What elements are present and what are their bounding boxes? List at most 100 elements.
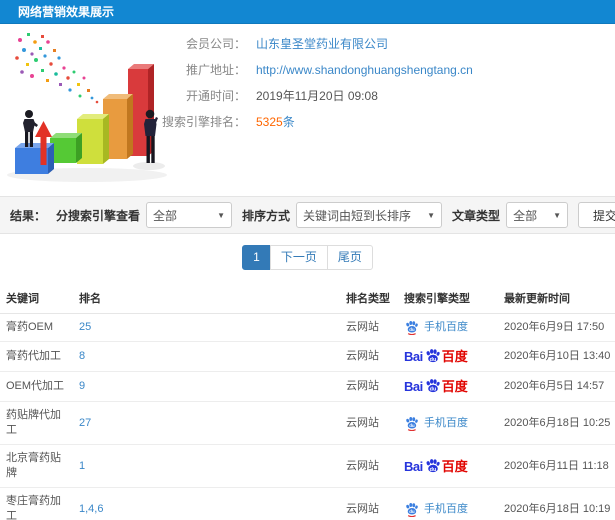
keyword-cell: 北京膏药贴牌: [0, 444, 75, 488]
promo-url-link[interactable]: http://www.shandonghuangshengtang.cn: [256, 62, 473, 79]
engine-filter-select[interactable]: 全部 ▼: [146, 202, 233, 228]
baidu-logo-link[interactable]: Bai du 百度: [404, 378, 468, 395]
member-info-panel: 会员公司： 山东皇圣堂药业有限公司 推广地址： http://www.shand…: [138, 36, 473, 140]
keyword-cell: 药贴牌代加工: [0, 401, 75, 445]
info-row-url: 推广地址： http://www.shandonghuangshengtang.…: [138, 62, 473, 79]
baidu-paw-icon: du: [406, 502, 418, 517]
engine-cell: du Baidu百度 Bai du 百度: [400, 341, 500, 372]
col-rank: 排名: [75, 282, 342, 314]
rank-type-cell: 云网站: [342, 341, 400, 372]
page-last[interactable]: 尾页: [326, 245, 373, 270]
baidu-logo-link[interactable]: Bai du 百度: [404, 348, 468, 365]
engine-label: 手机百度: [424, 502, 468, 515]
mobile-baidu-link[interactable]: du 手机百度: [404, 502, 468, 517]
updated-cell: 2020年6月5日 14:57: [500, 371, 615, 402]
engine-filter-label: 分搜索引擎查看: [56, 208, 141, 223]
svg-text:du: du: [409, 423, 415, 428]
col-keyword: 关键词: [0, 282, 75, 314]
svg-text:du: du: [429, 466, 436, 472]
rank-type-cell: 云网站: [342, 487, 400, 520]
rank-count-label: 搜索引擎排名：: [161, 115, 246, 129]
engine-label: 手机百度: [424, 416, 468, 429]
table-row: 膏药OEM 25 云网站 du 手机百度 2020年6月9日 17:50: [0, 313, 615, 342]
baidu-paw-icon: du: [426, 458, 440, 472]
sort-filter-select[interactable]: 关键词由短到长排序 ▼: [296, 202, 443, 228]
rank-link[interactable]: 27: [79, 417, 91, 429]
submit-button[interactable]: 提交: [578, 202, 615, 228]
keyword-cell: OEM代加工: [0, 371, 75, 402]
keyword-cell: 膏药OEM: [0, 313, 75, 342]
page-next[interactable]: 下一页: [269, 245, 328, 270]
mobile-baidu-link[interactable]: du 手机百度: [404, 320, 468, 335]
keyword-cell: 膏药代加工: [0, 341, 75, 372]
results-table: 关键词 排名 排名类型 搜索引擎类型 最新更新时间 膏药OEM 25 云网站 d…: [0, 282, 615, 520]
engine-cell: du 手机百度 Bai du 百度: [400, 487, 500, 520]
rank-link[interactable]: 8: [79, 350, 85, 362]
hero-section: 会员公司： 山东皇圣堂药业有限公司 推广地址： http://www.shand…: [0, 24, 615, 190]
col-updated: 最新更新时间: [500, 282, 615, 314]
table-row: 枣庄膏药加工 1,4,6 云网站 du 手机百度 2020年6月18日 10:1…: [0, 487, 615, 520]
col-engine-type: 搜索引擎类型: [400, 282, 500, 314]
open-time-value: 2019年11月20日 09:08: [256, 89, 378, 103]
page-current[interactable]: 1: [242, 245, 271, 270]
baidu-logo-cn: 百度: [441, 379, 468, 394]
baidu-logo-bai: Bai: [404, 379, 423, 394]
info-row-open-time: 开通时间： 2019年11月20日 09:08: [138, 88, 473, 105]
confetti-dots: [15, 33, 99, 104]
result-label: 结果：: [10, 208, 47, 223]
rank-cell: 9: [75, 371, 342, 402]
rank-link[interactable]: 1,4,6: [79, 503, 103, 515]
updated-cell: 2020年6月18日 10:19: [500, 487, 615, 520]
table-row: 膏药代加工 8 云网站 du Baidu百度: [0, 341, 615, 372]
baidu-paw-icon: du: [426, 379, 440, 393]
chevron-down-icon: ▼: [553, 210, 562, 220]
rank-link[interactable]: 25: [79, 321, 91, 333]
rank-count-number: 5325: [256, 115, 283, 129]
bar-green: [50, 133, 82, 163]
engine-cell: du 手机百度 Bai du 百度: [400, 401, 500, 445]
pagination: 1 下一页 尾页: [0, 245, 615, 270]
company-link[interactable]: 山东皇圣堂药业有限公司: [256, 36, 388, 53]
table-row: 北京膏药贴牌 1 云网站 du Baidu百度: [0, 444, 615, 488]
rank-cell: 1,4,6: [75, 487, 342, 520]
updated-cell: 2020年6月11日 11:18: [500, 444, 615, 488]
table-row: OEM代加工 9 云网站 du Baidu百度: [0, 371, 615, 402]
svg-text:du: du: [409, 509, 415, 514]
updated-cell: 2020年6月18日 10:25: [500, 401, 615, 445]
baidu-logo-bai: Bai: [404, 349, 423, 364]
col-rank-type: 排名类型: [342, 282, 400, 314]
baidu-paw-icon: du: [406, 320, 418, 335]
baidu-paw-icon: du: [406, 416, 418, 431]
rank-cell: 1: [75, 444, 342, 488]
sort-filter-label: 排序方式: [242, 208, 291, 223]
bar-blue: [15, 143, 54, 174]
info-row-company: 会员公司： 山东皇圣堂药业有限公司: [138, 36, 473, 53]
company-label: 会员公司：: [185, 37, 246, 51]
engine-cell: du 手机百度 Bai du 百度: [400, 313, 500, 342]
rank-type-cell: 云网站: [342, 313, 400, 342]
mobile-baidu-link[interactable]: du 手机百度: [404, 416, 468, 431]
engine-cell: du Baidu百度 Bai du 百度: [400, 444, 500, 488]
keyword-cell: 枣庄膏药加工: [0, 487, 75, 520]
article-type-select[interactable]: 全部 ▼: [506, 202, 569, 228]
engine-cell: du Baidu百度 Bai du 百度: [400, 371, 500, 402]
chevron-down-icon: ▼: [217, 210, 226, 220]
rank-count-value: 5325条: [256, 114, 295, 131]
svg-text:du: du: [429, 387, 436, 393]
app-header: 网络营销效果展示: [0, 0, 615, 24]
svg-text:du: du: [409, 327, 415, 332]
rank-link[interactable]: 1: [79, 460, 85, 472]
info-row-rank-count: 搜索引擎排名： 5325条: [138, 114, 473, 131]
rank-count-suffix[interactable]: 条: [283, 115, 295, 129]
updated-cell: 2020年6月9日 17:50: [500, 313, 615, 342]
baidu-logo-cn: 百度: [441, 458, 468, 474]
rank-cell: 25: [75, 313, 342, 342]
rank-cell: 8: [75, 341, 342, 372]
baidu-paw-icon: du: [426, 349, 440, 363]
baidu-logo-link[interactable]: Bai du 百度: [404, 458, 468, 475]
rank-type-cell: 云网站: [342, 401, 400, 445]
article-type-label: 文章类型: [452, 208, 501, 223]
rank-link[interactable]: 9: [79, 380, 85, 392]
page-title: 网络营销效果展示: [18, 5, 115, 19]
rank-type-cell: 云网站: [342, 444, 400, 488]
